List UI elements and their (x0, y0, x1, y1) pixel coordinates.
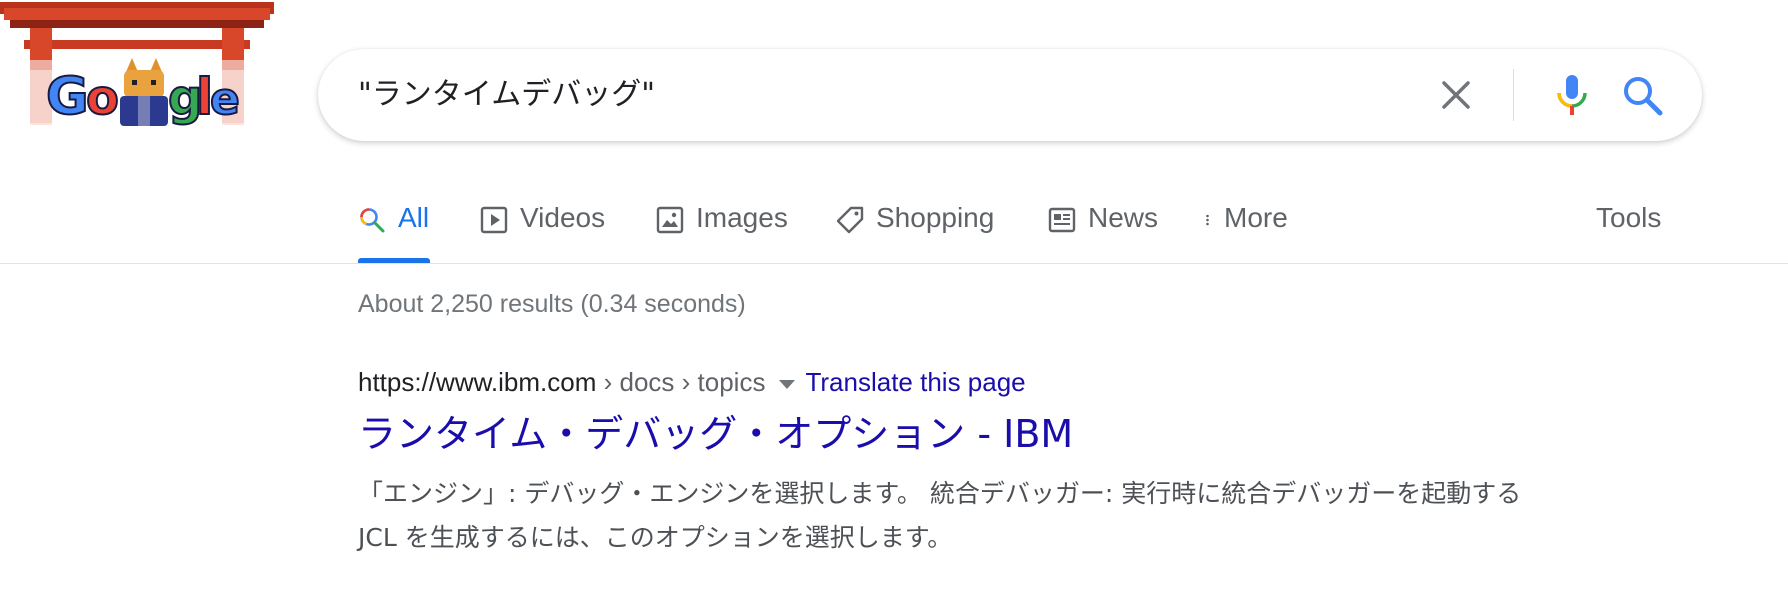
clear-search-button[interactable] (1436, 75, 1476, 115)
result-stats: About 2,250 results (0.34 seconds) (358, 290, 746, 318)
search-box[interactable]: "ランタイムデバッグ" (318, 49, 1702, 141)
search-button[interactable] (1620, 73, 1664, 117)
header-divider (0, 263, 1788, 264)
microphone-icon (1557, 75, 1587, 115)
svg-text:G: G (46, 67, 89, 127)
tab-label: All (398, 202, 430, 233)
search-tabs: All Videos Images Shopping News More (0, 180, 1788, 264)
play-icon (480, 206, 508, 234)
doodle-image: G o g l e (0, 2, 274, 136)
tag-icon (836, 206, 864, 234)
search-box-divider (1513, 69, 1514, 121)
result-snippet: 「エンジン」: デバッグ・エンジンを選択します。 統合デバッガー: 実行時に統合… (358, 479, 1522, 552)
newspaper-icon (1048, 207, 1076, 233)
tab-label: Videos (520, 202, 606, 233)
result-breadcrumb: https://www.ibm.com › docs › topics Trans… (358, 364, 1558, 400)
search-input[interactable]: "ランタイムデバッグ" (358, 49, 655, 141)
tab-more[interactable]: More (1204, 180, 1288, 264)
google-logo[interactable]: G o g l e (0, 0, 276, 136)
tab-all[interactable]: All (358, 180, 429, 264)
search-icon (1624, 77, 1663, 116)
tab-videos[interactable]: Videos (480, 180, 605, 264)
tab-news[interactable]: News (1048, 180, 1158, 264)
tab-label: Images (696, 202, 788, 233)
translate-link[interactable]: Translate this page (805, 367, 1025, 397)
search-result: https://www.ibm.com › docs › topics Trans… (358, 364, 1558, 560)
voice-search-button[interactable] (1548, 71, 1596, 119)
svg-text:e: e (210, 74, 240, 125)
tab-shopping[interactable]: Shopping (836, 180, 994, 264)
close-icon (1442, 81, 1470, 109)
result-title-link[interactable]: ランタイム・デバッグ・オプション - IBM (358, 406, 1558, 462)
image-icon (656, 206, 684, 234)
svg-text:o: o (86, 70, 119, 126)
result-options-arrow-icon[interactable] (779, 379, 796, 389)
tab-label: News (1088, 202, 1159, 233)
tab-label: More (1224, 202, 1288, 233)
search-icon (360, 208, 385, 233)
more-vert-icon (1206, 214, 1209, 226)
tab-images[interactable]: Images (656, 180, 788, 264)
tab-label: Shopping (876, 202, 995, 233)
result-url[interactable]: https://www.ibm.com (358, 367, 596, 397)
result-path[interactable]: › docs › topics (596, 367, 766, 397)
tools-button[interactable]: Tools (1596, 180, 1661, 234)
